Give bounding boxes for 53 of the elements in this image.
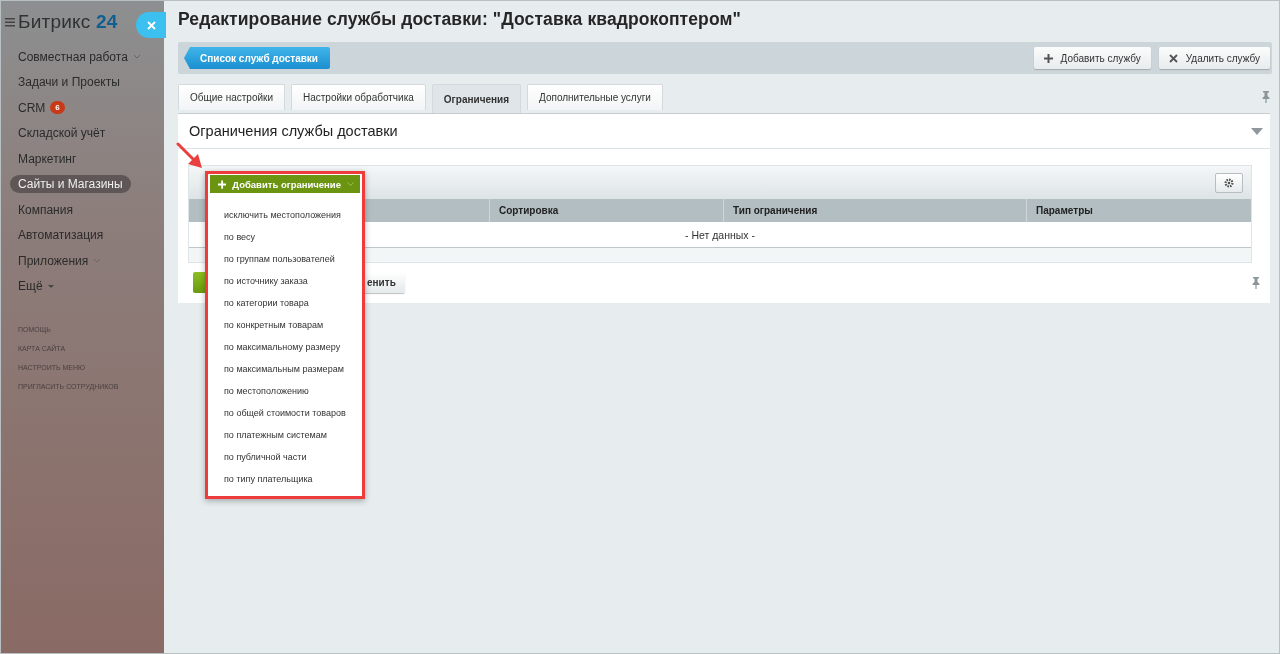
menu-item[interactable]: Автоматизация bbox=[18, 226, 104, 245]
menu-item[interactable]: по типу плательщика bbox=[224, 468, 360, 490]
logo: Битрикс 24 bbox=[18, 11, 118, 33]
empty-message: - Нет данных - bbox=[685, 228, 755, 241]
collapse-icon[interactable] bbox=[1251, 127, 1263, 135]
menu-item[interactable]: Складской учёт bbox=[18, 124, 106, 143]
menu-item[interactable]: по публичной части bbox=[224, 446, 360, 468]
tab[interactable]: Дополнительные услуги bbox=[527, 84, 663, 110]
tab[interactable]: Настройки обработчика bbox=[291, 84, 426, 110]
chevron-icon bbox=[347, 182, 354, 186]
add-button[interactable]: Добавить службу bbox=[1033, 47, 1151, 69]
section-title: Ограничения службы доставки bbox=[189, 123, 398, 139]
close-icon bbox=[146, 20, 156, 30]
menu-icon[interactable] bbox=[5, 17, 15, 27]
counter-badge: 6 bbox=[50, 101, 65, 115]
close-button[interactable] bbox=[136, 12, 166, 38]
settings-button[interactable] bbox=[1215, 173, 1243, 193]
caret-icon[interactable] bbox=[47, 284, 54, 288]
menu-item[interactable]: по местоположению bbox=[224, 380, 360, 402]
save-button[interactable] bbox=[193, 272, 205, 293]
menu-item[interactable]: Маркетинг bbox=[18, 149, 77, 168]
chevron-icon[interactable] bbox=[132, 54, 141, 60]
apply-button[interactable]: енить bbox=[365, 272, 405, 293]
menu-item[interactable]: по максимальному размеру bbox=[224, 336, 360, 358]
tab[interactable]: Общие настройки bbox=[178, 84, 285, 110]
plus-icon bbox=[1043, 53, 1053, 63]
menu-item[interactable]: по общей стоимости товаров bbox=[224, 402, 360, 424]
menu-item[interactable]: по группам пользователей bbox=[224, 248, 360, 270]
menu-item[interactable]: Задачи и Проекты bbox=[18, 73, 120, 92]
pin-icon[interactable] bbox=[1252, 276, 1260, 289]
menu-item[interactable]: исключить местоположения bbox=[224, 204, 360, 226]
menu-item[interactable]: по категории товара bbox=[224, 292, 360, 314]
settings-icon bbox=[1224, 178, 1234, 188]
pin-icon[interactable] bbox=[1262, 91, 1270, 103]
menu-item[interactable]: по максимальным размерам bbox=[224, 358, 360, 380]
chevron-icon[interactable] bbox=[93, 258, 102, 264]
menu-item[interactable]: по конкретным товарам bbox=[224, 314, 360, 336]
menu-item[interactable]: Совместная работа bbox=[18, 47, 128, 66]
pointer-arrow bbox=[176, 142, 204, 170]
menu-item[interactable]: Ещё bbox=[18, 277, 43, 296]
plus-icon bbox=[218, 179, 227, 189]
menu-item[interactable]: Сайты и Магазины bbox=[10, 175, 131, 194]
add-restriction-button[interactable]: Добавить ограничение bbox=[210, 175, 360, 193]
menu-item[interactable]: по платежным системам bbox=[224, 424, 360, 446]
menu-item[interactable]: Приложения bbox=[18, 251, 89, 270]
delete-button[interactable]: Удалить службу bbox=[1158, 47, 1270, 69]
close-icon bbox=[1168, 53, 1178, 63]
menu-item[interactable]: по весу bbox=[224, 226, 360, 248]
menu-item[interactable]: Компания bbox=[18, 200, 73, 219]
page-title: Редактирование службы доставки: "Доставка квадрокоптером" bbox=[178, 9, 742, 30]
tab[interactable]: Ограничения bbox=[431, 84, 522, 113]
menu-item[interactable]: CRM bbox=[18, 98, 46, 117]
menu-item[interactable]: по источнику заказа bbox=[224, 270, 360, 292]
